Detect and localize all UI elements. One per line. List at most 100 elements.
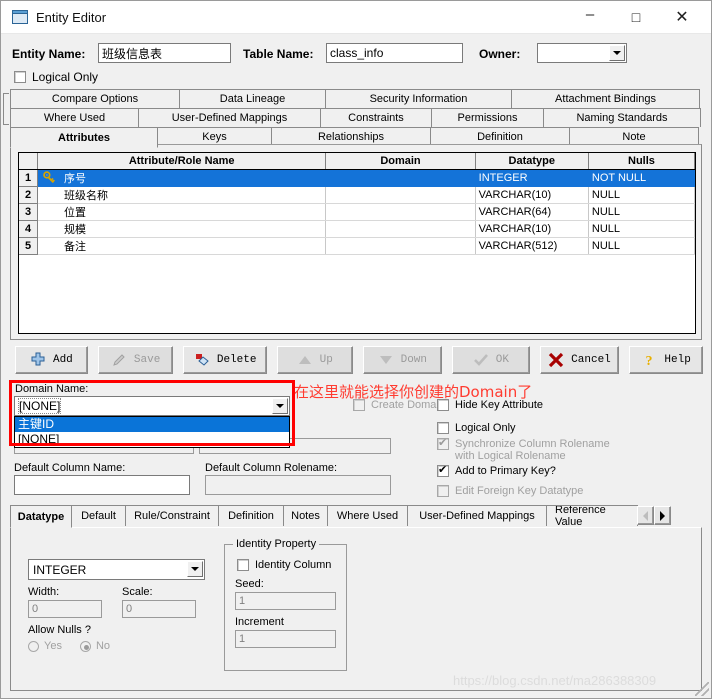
delete-button[interactable]: Delete [183, 346, 267, 374]
tab-user-defined-mappings-bottom[interactable]: User-Defined Mappings [407, 505, 547, 526]
maximize-button[interactable]: □ [613, 1, 659, 34]
ok-button[interactable]: OK [452, 346, 530, 374]
cell-datatype[interactable]: VARCHAR(10) [475, 220, 589, 238]
cell-datatype[interactable]: VARCHAR(512) [475, 237, 589, 255]
width-input[interactable] [28, 600, 102, 618]
edit-foreign-key-datatype-checkbox-row[interactable]: Edit Foreign Key Datatype [437, 485, 583, 497]
domain-name-label: Domain Name: [15, 383, 89, 395]
domain-option-none[interactable]: [NONE] [15, 432, 289, 447]
identity-column-checkbox[interactable] [237, 559, 249, 571]
allow-nulls-yes-radio[interactable] [28, 640, 39, 652]
cell-attribute-name[interactable]: 规模 [37, 220, 327, 238]
up-button[interactable]: Up [276, 346, 353, 374]
col-header-attribute[interactable]: Attribute/Role Name [37, 153, 327, 170]
cell-datatype[interactable]: VARCHAR(10) [475, 186, 589, 204]
allow-nulls-no-radio-row[interactable]: No [79, 640, 110, 652]
entity-name-input[interactable] [98, 43, 231, 63]
domain-option-primary-key-id[interactable]: 主键ID [15, 417, 289, 432]
domain-name-dropdown-list[interactable]: 主键ID [NONE] [14, 416, 290, 448]
add-to-primary-key-checkbox-row[interactable]: Add to Primary Key? [437, 463, 556, 477]
tab-where-used-bottom[interactable]: Where Used [327, 505, 408, 526]
add-to-primary-key-checkbox[interactable] [437, 463, 449, 477]
tab-naming-standards[interactable]: Naming Standards [543, 108, 701, 127]
close-button[interactable]: ✕ [659, 1, 705, 34]
cell-attribute-name[interactable]: 序号 [37, 169, 327, 187]
cell-domain[interactable] [325, 237, 476, 255]
scroll-right-icon[interactable] [654, 506, 671, 525]
col-header-nulls[interactable]: Nulls [588, 153, 695, 170]
add-button[interactable]: Add [15, 346, 88, 374]
table-row[interactable]: 2 班级名称 VARCHAR(10) NULL [19, 186, 695, 204]
datatype-combo[interactable]: INTEGER [28, 559, 205, 580]
add-button-label: Add [52, 354, 73, 366]
logical-only-prop-checkbox[interactable] [437, 422, 449, 434]
owner-combo[interactable] [537, 43, 627, 63]
tab-attachment-bindings[interactable]: Attachment Bindings [511, 89, 700, 108]
synchronize-rolename-checkbox-row[interactable]: Synchronize Column Rolename with Logical… [437, 436, 610, 462]
minimize-button[interactable]: – [567, 1, 613, 34]
table-name-input[interactable] [326, 43, 463, 63]
tab-datatype[interactable]: Datatype [10, 505, 72, 528]
cell-domain[interactable] [325, 220, 476, 238]
col-header-datatype[interactable]: Datatype [475, 153, 589, 170]
cell-nulls[interactable]: NOT NULL [588, 169, 695, 187]
cell-nulls[interactable]: NULL [588, 203, 695, 221]
cancel-button[interactable]: Cancel [539, 346, 620, 374]
increment-input[interactable] [235, 630, 336, 648]
cell-nulls[interactable]: NULL [588, 237, 695, 255]
table-row[interactable]: 5 备注 VARCHAR(512) NULL [19, 237, 695, 255]
synchronize-rolename-checkbox[interactable] [437, 436, 449, 450]
cell-datatype[interactable]: INTEGER [475, 169, 589, 187]
tab-rule-constraint[interactable]: Rule/Constraint [125, 505, 219, 526]
tab-security-information[interactable]: Security Information [325, 89, 512, 108]
allow-nulls-no-radio[interactable] [79, 640, 91, 652]
chevron-down-icon[interactable] [187, 561, 203, 577]
cell-attribute-name[interactable]: 位置 [37, 203, 327, 221]
domain-name-combo[interactable]: [NONE] [14, 396, 290, 416]
cell-domain[interactable] [325, 186, 476, 204]
scroll-left-icon[interactable] [637, 506, 654, 525]
chevron-down-icon[interactable] [609, 45, 625, 61]
table-row[interactable]: 4 规模 VARCHAR(10) NULL [19, 220, 695, 238]
logical-only-checkbox-row[interactable]: Logical Only [14, 70, 98, 84]
resize-grip[interactable] [695, 682, 709, 696]
attributes-table: Attribute/Role Name Domain Datatype Null… [19, 153, 695, 255]
tab-definition-bottom[interactable]: Definition [218, 505, 284, 526]
logical-only-prop-checkbox-row[interactable]: Logical Only [437, 422, 516, 434]
table-row[interactable]: 3 位置 VARCHAR(64) NULL [19, 203, 695, 221]
tab-user-defined-mappings[interactable]: User-Defined Mappings [138, 108, 321, 127]
tab-constraints[interactable]: Constraints [320, 108, 432, 127]
identity-column-checkbox-row[interactable]: Identity Column [237, 559, 331, 571]
tab-compare-options[interactable]: Compare Options [10, 89, 180, 108]
down-button[interactable]: Down [362, 346, 443, 374]
seed-input[interactable] [235, 592, 336, 610]
allow-nulls-yes-radio-row[interactable]: Yes [28, 640, 62, 652]
attributes-grid[interactable]: Attribute/Role Name Domain Datatype Null… [18, 152, 696, 334]
edit-foreign-key-datatype-checkbox[interactable] [437, 485, 449, 497]
tab-where-used[interactable]: Where Used [10, 108, 139, 127]
cell-attribute-name[interactable]: 备注 [37, 237, 327, 255]
cell-domain[interactable] [325, 169, 476, 187]
help-button[interactable]: ? Help [629, 346, 703, 374]
chevron-down-icon[interactable] [272, 398, 288, 414]
tab-default[interactable]: Default [71, 505, 126, 526]
cell-nulls[interactable]: NULL [588, 220, 695, 238]
logical-only-checkbox[interactable] [14, 71, 26, 83]
save-button[interactable]: Save [97, 346, 174, 374]
table-row[interactable]: 1 序号 INTEGER NOT NULL [19, 169, 695, 187]
tab-attributes[interactable]: Attributes [10, 127, 158, 148]
allow-nulls-radio-group[interactable]: Yes No [28, 640, 110, 652]
tab-notes[interactable]: Notes [283, 505, 328, 526]
cell-datatype[interactable]: VARCHAR(64) [475, 203, 589, 221]
default-column-rolename-input[interactable] [205, 475, 391, 495]
cell-domain[interactable] [325, 203, 476, 221]
tab-reference-value[interactable]: Reference Value [546, 505, 638, 526]
col-header-domain[interactable]: Domain [325, 153, 476, 170]
scale-input[interactable] [122, 600, 196, 618]
default-column-name-input[interactable] [14, 475, 190, 495]
cell-nulls[interactable]: NULL [588, 186, 695, 204]
tab-permissions[interactable]: Permissions [431, 108, 544, 127]
tab-data-lineage[interactable]: Data Lineage [179, 89, 326, 108]
cell-attribute-name[interactable]: 班级名称 [37, 186, 327, 204]
entity-editor-icon [12, 10, 28, 24]
